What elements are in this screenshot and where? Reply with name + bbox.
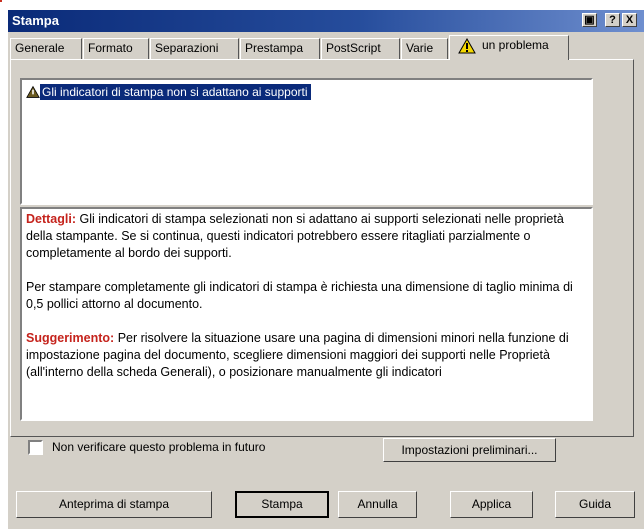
tab-label: Varie bbox=[406, 41, 434, 55]
tab-label: PostScript bbox=[326, 41, 381, 55]
preferences-button-label: Impostazioni preliminari... bbox=[401, 443, 538, 457]
suggestion-label: Suggerimento: bbox=[26, 331, 115, 345]
tab-label: Formato bbox=[88, 41, 133, 55]
tab-postscript[interactable]: PostScript bbox=[321, 38, 400, 59]
list-item-label: Gli indicatori di stampa non si adattano… bbox=[40, 84, 312, 100]
tab-formato[interactable]: Formato bbox=[83, 38, 149, 59]
tab-generale[interactable]: Generale bbox=[10, 38, 82, 59]
warning-icon bbox=[26, 85, 40, 98]
print-label: Stampa bbox=[261, 497, 303, 511]
suggestion-paragraph: Suggerimento: Per risolvere la situazion… bbox=[26, 330, 587, 381]
tab-separazioni[interactable]: Separazioni bbox=[150, 38, 239, 59]
details-panel: Dettagli: Gli indicatori di stampa selez… bbox=[20, 207, 593, 421]
list-item[interactable]: Gli indicatori di stampa non si adattano… bbox=[26, 84, 312, 102]
help-control-button[interactable]: ? bbox=[605, 13, 620, 27]
tab-label: Generale bbox=[15, 41, 65, 55]
tab-label: Prestampa bbox=[245, 41, 304, 55]
details-paragraph: Dettagli: Gli indicatori di stampa selez… bbox=[26, 211, 587, 262]
apply-button[interactable]: Applica bbox=[450, 491, 533, 518]
cancel-button[interactable]: Annulla bbox=[338, 491, 417, 518]
dont-check-again-checkbox[interactable] bbox=[28, 440, 43, 455]
dont-check-again-label[interactable]: Non verificare questo problema in futuro bbox=[52, 440, 265, 454]
apply-label: Applica bbox=[471, 497, 512, 511]
print-preview-button[interactable]: Anteprima di stampa bbox=[16, 491, 212, 518]
warning-icon bbox=[458, 37, 476, 54]
tab-prestampa[interactable]: Prestampa bbox=[240, 38, 320, 59]
details-text: Gli indicatori di stampa selezionati non… bbox=[26, 212, 564, 260]
window-title: Stampa bbox=[12, 13, 59, 28]
details-paragraph-2: Per stampare completamente gli indicator… bbox=[26, 280, 573, 311]
print-button[interactable]: Stampa bbox=[235, 491, 329, 518]
tab-label: un problema bbox=[482, 38, 549, 52]
print-preview-label: Anteprima di stampa bbox=[58, 497, 170, 511]
preferences-button[interactable]: Impostazioni preliminari... bbox=[383, 438, 556, 462]
help-button[interactable]: Guida bbox=[555, 491, 635, 518]
tab-label: Separazioni bbox=[155, 41, 219, 55]
tab-un-problema[interactable]: un problema bbox=[449, 35, 569, 60]
help-label: Guida bbox=[578, 497, 612, 511]
details-label: Dettagli: bbox=[26, 212, 76, 226]
cancel-label: Annulla bbox=[357, 497, 398, 511]
close-button[interactable]: X bbox=[622, 13, 637, 27]
problems-list[interactable]: Gli indicatori di stampa non si adattano… bbox=[20, 78, 593, 205]
title-bar: Stampa ▣ ? X bbox=[8, 10, 644, 32]
page-edge-marks bbox=[0, 0, 2, 2]
properties-control-icon[interactable]: ▣ bbox=[582, 13, 597, 27]
tab-varie[interactable]: Varie bbox=[401, 38, 448, 59]
